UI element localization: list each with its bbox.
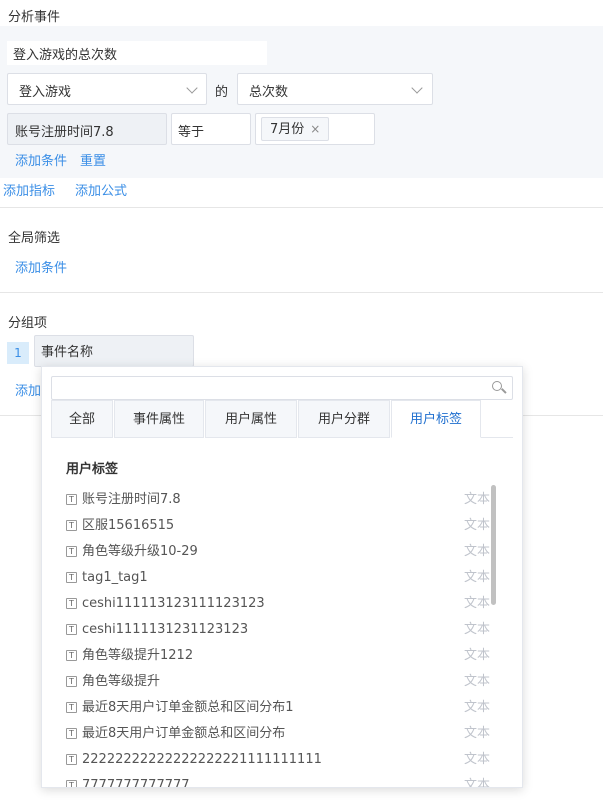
chevron-down-icon — [186, 82, 198, 94]
list-item[interactable]: T 最近8天用户订单金额总和区间分布1 文本 — [66, 695, 490, 721]
list-item[interactable]: T 角色等级提升 文本 — [66, 669, 490, 695]
list-item[interactable]: T 22222222222222222221111111111 文本 — [66, 747, 490, 773]
event-select-value: 登入游戏 — [19, 85, 72, 100]
global-filter-title: 全局筛选 — [8, 231, 61, 246]
filter-field[interactable]: 账号注册时间7.8 — [7, 113, 167, 145]
list-item[interactable]: T 角色等级提升1212 文本 — [66, 643, 490, 669]
list-item-name: 22222222222222222221111111111 — [82, 752, 322, 767]
list-item-name: 账号注册时间7.8 — [82, 492, 181, 507]
text-type-icon: T — [66, 494, 77, 505]
global-add-condition-link[interactable]: 添加条件 — [15, 257, 67, 276]
text-type-icon: T — [66, 780, 77, 787]
filter-value-tag: 7月份 × — [261, 117, 330, 141]
measure-select-value: 总次数 — [249, 85, 289, 100]
measure-select[interactable]: 总次数 — [237, 73, 433, 105]
list-item[interactable]: T 账号注册时间7.8 文本 — [66, 487, 490, 513]
list-item-name: tag1_tag1 — [82, 570, 148, 585]
list-item[interactable]: Ttag1_tag1 文本 — [66, 565, 490, 591]
list-item-type: 文本 — [463, 726, 490, 741]
list-item[interactable]: Tceshi1111131231123123 文本 — [66, 617, 490, 643]
list-item-type: 文本 — [463, 596, 490, 611]
tab-all[interactable]: 全部 — [51, 400, 113, 438]
chevron-down-icon — [411, 82, 423, 94]
list-item-type: 文本 — [463, 570, 490, 585]
filter-operator[interactable]: 等于 — [171, 113, 251, 145]
list-item-type: 文本 — [463, 518, 490, 533]
list-item-type: 文本 — [463, 700, 490, 715]
metric-name-field[interactable]: 登入游戏的总次数 — [7, 41, 267, 65]
filter-field-value: 账号注册时间7.8 — [15, 125, 114, 140]
list-item[interactable]: Tceshi111113123111123123 文本 — [66, 591, 490, 617]
list-item-name: ceshi1111131231123123 — [82, 622, 249, 637]
list-item-type: 文本 — [463, 648, 490, 663]
analysis-panel: 登入游戏的总次数 登入游戏 的 总次数 账号注册时间7.8 等于 7月份 × 添加… — [0, 26, 603, 178]
list-scrollbar[interactable] — [491, 485, 496, 605]
filter-value-input[interactable]: 7月份 × — [255, 113, 375, 145]
list-item-name: 区服15616515 — [82, 518, 175, 533]
property-dropdown: 全部 事件属性 用户属性 用户分群 用户标签 用户标签 T 账号注册时间7.8 文本… — [41, 366, 523, 788]
list-item-type: 文本 — [463, 674, 490, 689]
list-item[interactable]: T 区服15616515 文本 — [66, 513, 490, 539]
group-field-value: 事件名称 — [41, 345, 94, 360]
add-metric-link[interactable]: 添加指标 — [3, 180, 55, 199]
search-icon-handle — [501, 388, 507, 394]
list-item-type: 文本 — [463, 492, 490, 507]
list-item-name: ceshi111113123111123123 — [82, 596, 265, 611]
text-type-icon: T — [66, 754, 77, 765]
tab-event-properties[interactable]: 事件属性 — [114, 400, 204, 438]
close-icon[interactable]: × — [310, 122, 320, 136]
group-index-badge: 1 — [7, 342, 29, 364]
divider — [0, 207, 603, 208]
add-formula-link[interactable]: 添加公式 — [75, 180, 127, 199]
group-field-select[interactable]: 事件名称 — [34, 335, 194, 367]
list-item[interactable]: T 最近8天用户订单金额总和区间分布 文本 — [66, 721, 490, 747]
event-select[interactable]: 登入游戏 — [7, 73, 207, 105]
text-type-icon: T — [66, 702, 77, 713]
list-item-name: 角色等级提升1212 — [82, 648, 194, 663]
metric-name-text: 登入游戏的总次数 — [13, 48, 118, 63]
list-item-type: 文本 — [463, 778, 490, 788]
dropdown-section-title: 用户标签 — [66, 462, 119, 477]
text-type-icon: T — [66, 520, 77, 531]
list-item-name: 角色等级升级10-29 — [82, 544, 198, 559]
tab-user-properties[interactable]: 用户属性 — [205, 400, 297, 438]
divider — [0, 292, 603, 293]
list-item-type: 文本 — [463, 544, 490, 559]
text-type-icon: T — [66, 546, 77, 557]
list-item[interactable]: T 7777777777777 文本 — [66, 773, 490, 788]
list-item-name: 7777777777777 — [82, 778, 190, 788]
text-type-icon: T — [66, 650, 77, 661]
tab-bar-line — [481, 437, 513, 438]
text-type-icon: T — [66, 598, 77, 609]
filter-value-tag-text: 7月份 — [270, 122, 305, 137]
text-type-icon: T — [66, 728, 77, 739]
list-item-name: 最近8天用户订单金额总和区间分布1 — [82, 700, 294, 715]
text-type-icon: T — [66, 572, 77, 583]
filter-operator-value: 等于 — [178, 125, 205, 140]
list-item-type: 文本 — [463, 752, 490, 767]
analysis-section-title: 分析事件 — [8, 10, 61, 25]
group-add-link[interactable]: 添加 — [15, 380, 41, 399]
list-item[interactable]: T 角色等级升级10-29 文本 — [66, 539, 490, 565]
text-type-icon: T — [66, 676, 77, 687]
tab-user-tags[interactable]: 用户标签 — [391, 400, 481, 438]
reset-link[interactable]: 重置 — [80, 150, 106, 169]
grouping-title: 分组项 — [8, 316, 48, 331]
add-condition-link[interactable]: 添加条件 — [15, 150, 67, 169]
list-item-name: 最近8天用户订单金额总和区间分布 — [82, 726, 286, 741]
text-type-icon: T — [66, 624, 77, 635]
list-item-name: 角色等级提升 — [82, 674, 161, 689]
tab-user-segments[interactable]: 用户分群 — [298, 400, 390, 438]
dropdown-search-input[interactable] — [51, 376, 513, 400]
of-label: 的 — [215, 85, 229, 100]
search-icon — [492, 381, 502, 391]
list-item-type: 文本 — [463, 622, 490, 637]
